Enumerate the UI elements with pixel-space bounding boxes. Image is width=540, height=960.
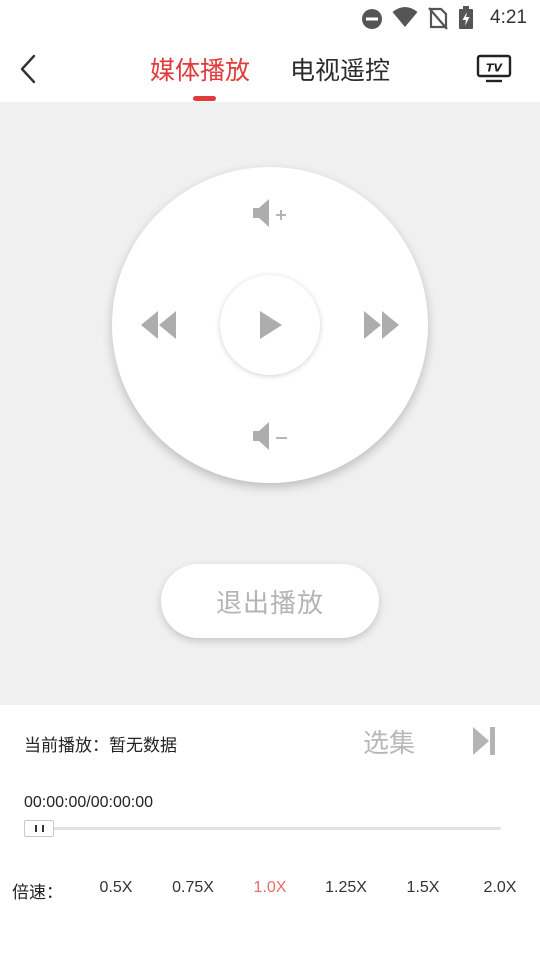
playback-time: 00:00:00/00:00:00 <box>24 794 154 811</box>
play-button[interactable] <box>220 275 320 375</box>
fast-forward-icon <box>364 311 399 339</box>
status-bar: 4:21 <box>0 0 540 36</box>
tv-cast-button[interactable]: TV <box>476 54 512 84</box>
top-nav: 媒体播放 电视遥控 TV <box>0 36 540 102</box>
rewind-icon <box>141 311 176 339</box>
chevron-left-icon <box>20 54 36 84</box>
volume-down-icon <box>253 422 287 450</box>
volume-up-button[interactable] <box>245 192 295 234</box>
tv-icon: TV <box>476 54 512 83</box>
back-button[interactable] <box>14 52 46 86</box>
speed-option-0-75x[interactable]: 0.75X <box>172 879 214 897</box>
remote-control-panel: 退出播放 <box>0 102 540 705</box>
episodes-button[interactable]: 选集 <box>363 723 415 760</box>
wifi-icon <box>392 7 418 27</box>
speed-option-1-25x[interactable]: 1.25X <box>325 879 367 897</box>
speed-label: 倍速： <box>12 883 63 903</box>
skip-next-icon <box>473 727 495 755</box>
play-icon <box>260 311 282 339</box>
thumb-grip-line <box>41 825 44 832</box>
seek-bar-track[interactable] <box>26 827 501 830</box>
speed-option-1-5x[interactable]: 1.5X <box>407 879 440 897</box>
exit-playback-button[interactable]: 退出播放 <box>161 564 379 638</box>
thumb-grip-line <box>34 825 37 832</box>
volume-up-icon <box>253 199 286 227</box>
now-playing-text: 当前播放：暂无数据 <box>24 736 177 756</box>
speed-option-2-0x[interactable]: 2.0X <box>484 879 517 897</box>
status-time: 4:21 <box>490 7 527 28</box>
speed-option-0-5x[interactable]: 0.5X <box>100 879 133 897</box>
tab-active-indicator <box>193 96 216 101</box>
speed-option-1-0x[interactable]: 1.0X <box>254 879 287 897</box>
do-not-disturb-icon <box>362 9 382 29</box>
fast-forward-button[interactable] <box>356 303 406 347</box>
rewind-button[interactable] <box>134 303 184 347</box>
tab-tv-remote[interactable]: 电视遥控 <box>290 51 390 87</box>
skip-next-button[interactable] <box>470 724 500 758</box>
battery-charging-icon <box>459 6 473 29</box>
control-dial <box>112 167 428 483</box>
tab-media-playback[interactable]: 媒体播放 <box>150 51 250 87</box>
no-sim-icon <box>428 7 448 30</box>
seek-bar-thumb[interactable] <box>24 820 54 837</box>
volume-down-button[interactable] <box>245 415 295 457</box>
tv-icon-label: TV <box>486 62 504 75</box>
